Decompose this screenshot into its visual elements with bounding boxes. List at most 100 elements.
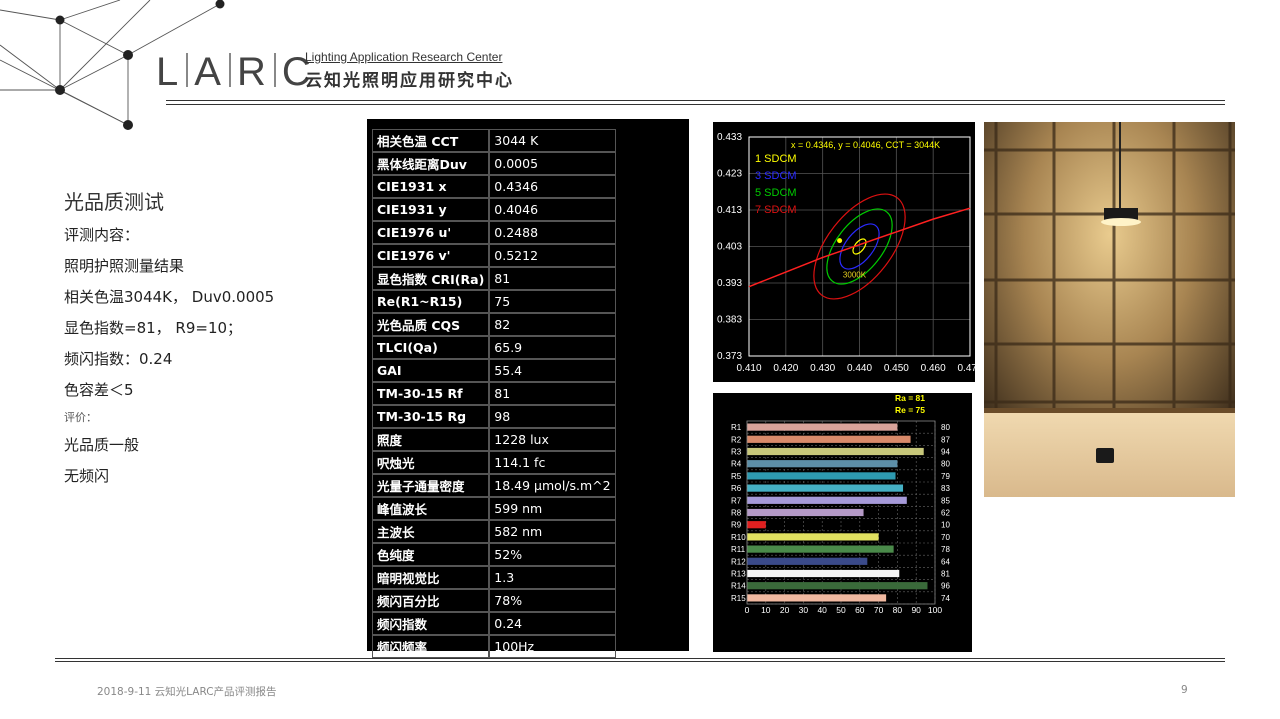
page-number: 9 [1181,684,1188,696]
category-label: R7 [731,496,742,505]
x-tick-label: 0 [745,605,750,615]
measurement-label: 主波长 [372,520,490,543]
bar [747,594,887,602]
measurement-value: 75 [489,290,616,313]
measured-point [837,238,843,244]
x-tick-label: 0.430 [810,363,835,374]
category-label: R8 [731,509,742,518]
measurement-value: 65.9 [489,336,616,359]
summary-line: 照明护照测量结果 [64,257,185,275]
table-row: CIE1976 u' 0.2488 [372,221,616,244]
x-tick-label: 10 [761,605,771,615]
lighting-photo [984,122,1235,497]
category-label: R5 [731,472,742,481]
logo-letter: L [156,50,181,94]
measurement-value: 582 nm [489,520,616,543]
bar [747,557,868,565]
bar [747,435,911,443]
footer-rule [55,661,1225,662]
footer-rule [55,658,1225,659]
bar [747,508,864,517]
measurement-value: 81 [489,382,616,405]
category-label: R4 [731,460,742,469]
logo-chinese-name: 云知光照明应用研究中心 [305,71,514,91]
measurement-value: 3044 K [489,129,616,152]
value-label: 83 [941,484,950,493]
summary-label: Ra = 81 [895,393,925,403]
measurement-value: 0.0005 [489,152,616,175]
summary-line: 频闪指数：0.24 [64,350,173,368]
table-row: CIE1931 x 0.4346 [372,175,616,198]
legend-entry: 1 SDCM [755,153,797,165]
summary-line: 显色指数=81， R9=10； [64,319,243,337]
category-label: R14 [731,582,746,591]
measurement-value: 0.24 [489,612,616,635]
x-tick-label: 0.420 [773,363,798,374]
measurement-label: 相关色温 CCT [372,129,490,152]
table-row: CIE1931 y 0.4046 [372,198,616,221]
x-tick-label: 60 [855,605,865,615]
measurement-label: TM-30-15 Rf [372,382,490,405]
measurement-value: 55.4 [489,359,616,382]
measurement-table: 相关色温 CCT 3044 K 黑体线距离Duv 0.0005 CIE1931 x 0.4… [372,129,616,658]
measurement-value: 114.1 fc [489,451,616,474]
category-label: R6 [731,484,742,493]
measurement-value: 81 [489,267,616,290]
bar [747,582,928,590]
larc-logo-mark: LARC [156,50,313,95]
measurement-value: 52% [489,543,616,566]
bar [747,472,896,480]
x-tick-label: 0.460 [921,363,946,374]
category-label: R1 [731,423,742,432]
logo-letter: R [236,50,268,94]
measurement-label: TM-30-15 Rg [372,405,490,428]
bar [747,460,898,468]
chromaticity-chart-panel: 0.410 0.420 0.430 0.440 0.450 0.460 0.470 0.433… [713,122,983,382]
category-label: R12 [731,557,746,566]
x-tick-label: 100 [928,605,942,615]
section-title: 光品质测试 [64,190,164,214]
measurement-value: 18.49 μmol/s.m^2 [489,474,616,497]
logo-letter: A [194,50,223,94]
table-row: TM-30-15 Rg 98 [372,405,616,428]
y-tick-label: 0.403 [717,242,742,253]
measurement-label: 呎烛光 [372,451,490,474]
table-row: 相关色温 CCT 3044 K [372,129,616,152]
measurement-label: 照度 [372,428,490,451]
value-label: 74 [941,594,950,603]
bar [747,423,898,431]
measurement-label: 显色指数 CRI(Ra) [372,267,490,290]
value-label: 79 [941,472,950,481]
bar [747,496,907,504]
table-row: CIE1976 v' 0.5212 [372,244,616,267]
measurement-value: 0.2488 [489,221,616,244]
value-label: 64 [941,557,950,566]
table-row: 色纯度 52% [372,543,616,566]
bar [747,569,900,578]
category-label: R13 [731,570,746,579]
value-label: 87 [941,435,950,444]
measurement-label: TLCI(Qa) [372,336,490,359]
x-tick-label: 30 [799,605,809,615]
table-row: 频闪百分比 78% [372,589,616,612]
measurement-value: 1228 lux [489,428,616,451]
color-rendering-chart: 0 10 20 30 40 50 60 70 80 90 100 R1 80 R2 87 R3 94 R4 80 R5… [731,393,950,615]
x-tick-label: 90 [911,605,921,615]
table-row: 光量子通量密度 18.49 μmol/s.m^2 [372,474,616,497]
evaluation-line: 光品质一般 [64,436,140,454]
table-row: Re(R1~R15) 75 [372,290,616,313]
bar [747,484,904,492]
header-rule [166,104,1225,105]
logo-english-name: Lighting Application Research Center [305,50,503,64]
bar [747,533,879,541]
y-tick-label: 0.433 [717,132,742,143]
color-rendering-chart-panel: 0 10 20 30 40 50 60 70 80 90 100 R1 80 R2 87 R3 94 R4 80 R5… [713,393,972,652]
measurement-value: 599 nm [489,497,616,520]
measurement-label: 色纯度 [372,543,490,566]
summary-text: 光品质测试 评测内容： 照明护照测量结果 相关色温3044K， Duv0.000… [64,188,344,492]
legend-entry: 5 SDCM [755,187,797,199]
x-tick-label: 70 [874,605,884,615]
measurement-value: 98 [489,405,616,428]
x-tick-label: 80 [893,605,903,615]
bar [747,545,894,553]
